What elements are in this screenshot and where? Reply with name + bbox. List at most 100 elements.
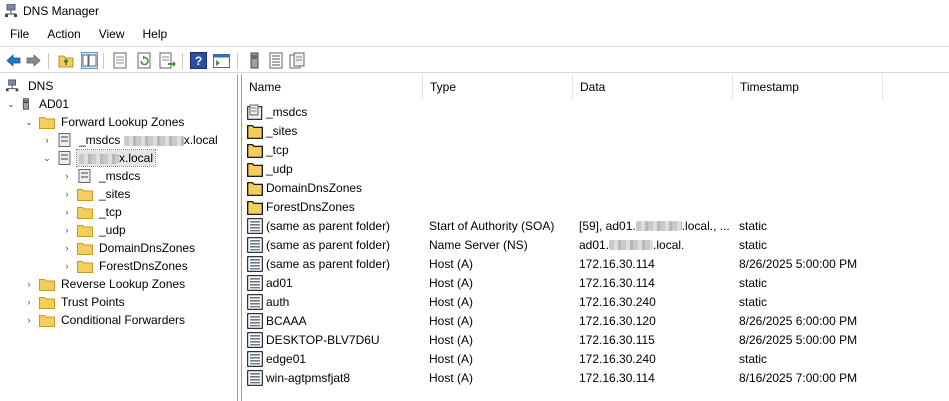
table-row[interactable]: (same as parent folder) Start of Authorit…	[242, 216, 949, 235]
record-icon	[247, 350, 263, 367]
tree-item-trust-points[interactable]: › Trust Points	[24, 293, 127, 311]
cell-name: (same as parent folder)	[247, 254, 390, 273]
tree-label-conditional-forwarders: Conditional Forwarders	[61, 313, 186, 327]
column-header-name[interactable]: Name	[242, 74, 423, 100]
record-icon	[247, 331, 263, 348]
chevron-down-icon[interactable]: ⌄	[42, 153, 52, 163]
table-row[interactable]: _tcp	[242, 140, 949, 159]
show-console-tree-icon[interactable]	[213, 52, 230, 69]
up-folder-icon[interactable]	[58, 52, 75, 69]
cell-name: _udp	[247, 159, 293, 178]
record-data: 172.16.30.115	[579, 332, 655, 347]
chevron-right-icon[interactable]: ›	[62, 189, 72, 199]
record-name: _tcp	[266, 142, 289, 157]
show-hide-tree-icon[interactable]	[81, 52, 98, 69]
record-icon	[247, 217, 263, 234]
table-row[interactable]: BCAAA Host (A) 172.16.30.120 8/26/2025 6:00…	[242, 311, 949, 330]
record-name: ad01	[266, 275, 293, 290]
chevron-right-icon[interactable]: ›	[62, 243, 72, 253]
zone-list-icon[interactable]	[268, 52, 285, 69]
records-list[interactable]: Name Type Data Timestamp _msdcs _sites _tc…	[241, 74, 949, 401]
chevron-right-icon[interactable]: ›	[24, 279, 34, 289]
dns-root-icon	[6, 79, 19, 92]
record-timestamp: 8/26/2025 5:00:00 PM	[739, 332, 858, 347]
folder-icon	[39, 315, 55, 327]
table-row[interactable]: DomainDnsZones	[242, 178, 949, 197]
tree-item-msdcs-zone[interactable]: › _msdcs x.local	[42, 131, 220, 149]
record-name: (same as parent folder)	[266, 256, 391, 271]
cell-name: DomainDnsZones	[247, 178, 362, 197]
column-header-data[interactable]: Data	[573, 74, 733, 100]
cell-name: BCAAA	[247, 311, 307, 330]
column-header-timestamp[interactable]: Timestamp	[733, 74, 883, 100]
tree-item-selected-zone[interactable]: ⌄ x.local	[42, 149, 157, 167]
table-row[interactable]: ForestDnsZones	[242, 197, 949, 216]
forward-arrow-icon[interactable]	[25, 52, 42, 69]
tree-item-child-msdcs[interactable]: › _msdcs	[62, 167, 142, 185]
cell-name: ForestDnsZones	[247, 197, 355, 216]
back-arrow-icon[interactable]	[5, 52, 22, 69]
chevron-right-icon[interactable]: ›	[62, 207, 72, 217]
chevron-right-icon[interactable]: ›	[62, 225, 72, 235]
table-row[interactable]: win-agtpmsfjat8 Host (A) 172.16.30.114 8/16…	[242, 368, 949, 387]
menu-action[interactable]: Action	[37, 24, 88, 44]
table-row[interactable]: _msdcs	[242, 102, 949, 121]
tree-item-child-tcp[interactable]: › _tcp	[62, 203, 124, 221]
record-data	[579, 197, 734, 216]
folder-icon	[77, 243, 93, 255]
record-data-prefix: [59], ad01.	[579, 218, 636, 233]
tree-item-reverse-lookup-zones[interactable]: › Reverse Lookup Zones	[24, 275, 187, 293]
table-row[interactable]: DESKTOP-BLV7D6U Host (A) 172.16.30.115 8/26…	[242, 330, 949, 349]
chevron-right-icon[interactable]: ›	[42, 135, 52, 145]
tree-item-dns[interactable]: DNS	[6, 77, 55, 95]
title-bar: DNS Manager	[0, 0, 949, 22]
tree-item-child-forestdnszones[interactable]: › ForestDnsZones	[62, 257, 190, 275]
table-row[interactable]: _sites	[242, 121, 949, 140]
tree-item-child-domaindnszones[interactable]: › DomainDnsZones	[62, 239, 197, 257]
record-type: Host (A)	[429, 351, 474, 366]
table-row[interactable]: (same as parent folder) Name Server (NS) a…	[242, 235, 949, 254]
server-icon[interactable]	[246, 52, 263, 69]
column-header-type[interactable]: Type	[423, 74, 573, 100]
properties-icon[interactable]	[112, 52, 129, 69]
chevron-right-icon[interactable]: ›	[62, 261, 72, 271]
chevron-right-icon[interactable]: ›	[24, 315, 34, 325]
record-icon	[247, 274, 263, 291]
table-row[interactable]: auth Host (A) 172.16.30.240 static	[242, 292, 949, 311]
table-row[interactable]: (same as parent folder) Host (A) 172.16.30…	[242, 254, 949, 273]
refresh-icon[interactable]	[136, 52, 153, 69]
help-icon[interactable]: ?	[190, 52, 207, 69]
chevron-right-icon[interactable]: ›	[24, 297, 34, 307]
record-data: 172.16.30.120	[579, 313, 656, 328]
record-type: Host (A)	[429, 256, 474, 271]
table-row[interactable]: edge01 Host (A) 172.16.30.240 static	[242, 349, 949, 368]
record-name: _sites	[266, 123, 298, 138]
msdcs-zone-icon	[247, 104, 263, 120]
menu-help[interactable]: Help	[133, 24, 176, 44]
chevron-down-icon[interactable]: ⌄	[24, 117, 34, 127]
record-copy-icon[interactable]	[289, 52, 306, 69]
chevron-right-icon[interactable]: ›	[62, 171, 72, 181]
redacted-domain	[635, 220, 682, 231]
tree-item-forward-lookup-zones[interactable]: ⌄ Forward Lookup Zones	[24, 113, 186, 131]
table-row[interactable]: _udp	[242, 159, 949, 178]
tree-item-conditional-forwarders[interactable]: › Conditional Forwarders	[24, 311, 187, 329]
record-type: Host (A)	[429, 313, 474, 328]
tree-label-forward-lookup-zones: Forward Lookup Zones	[61, 115, 185, 129]
record-type: Name Server (NS)	[429, 237, 528, 252]
tree-item-child-udp[interactable]: › _udp	[62, 221, 128, 239]
record-timestamp: 8/26/2025 5:00:00 PM	[739, 256, 858, 271]
folder-icon	[77, 225, 93, 237]
tree-item-child-sites[interactable]: › _sites	[62, 185, 132, 203]
menu-file[interactable]: File	[0, 24, 37, 44]
tree-item-server[interactable]: ⌄ AD01	[6, 95, 71, 113]
record-data-prefix: ad01.	[579, 237, 610, 252]
record-icon	[247, 293, 263, 310]
toolbar: ?	[0, 46, 949, 73]
cell-name: auth	[247, 292, 289, 311]
chevron-down-icon[interactable]: ⌄	[6, 99, 16, 109]
export-list-icon[interactable]	[159, 52, 176, 69]
menu-view[interactable]: View	[89, 24, 133, 44]
table-row[interactable]: ad01 Host (A) 172.16.30.114 static	[242, 273, 949, 292]
console-tree[interactable]: DNS ⌄ AD01 ⌄ Forward Lookup Zones › _msd…	[0, 74, 238, 401]
